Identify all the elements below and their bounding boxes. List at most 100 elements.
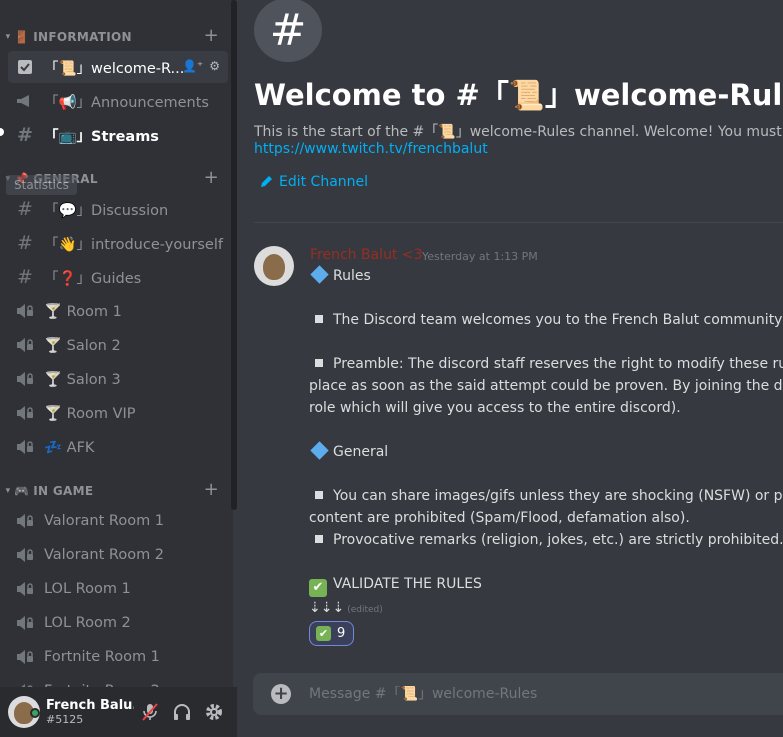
voice-channel-lol-2[interactable]: LOL Room 2 bbox=[8, 607, 228, 639]
voice-channel-salon-3[interactable]: 🍸 Salon 3 bbox=[8, 363, 228, 395]
voice-channel-valorant-2[interactable]: Valorant Room 2 bbox=[8, 539, 228, 571]
message-line: ✔ VALIDATE THE RULES bbox=[309, 576, 482, 597]
message-line: Rules bbox=[309, 265, 371, 284]
chat-area: # Welcome to #「📜」welcome-Rules! This is … bbox=[237, 0, 783, 737]
chevron-down-icon: ▾ bbox=[5, 32, 11, 42]
welcome-title: Welcome to #「📜」welcome-Rules! bbox=[254, 78, 783, 112]
channel-label: Valorant Room 1 bbox=[44, 513, 165, 529]
category-information[interactable]: ▾ 🚪 INFORMATION + bbox=[0, 25, 233, 47]
channel-label: 💤 AFK bbox=[44, 439, 95, 456]
square-bullet-icon bbox=[315, 359, 323, 367]
channel-label: Fortnite Room 1 bbox=[44, 649, 160, 665]
hash-icon: # bbox=[17, 124, 33, 146]
message-line: content are prohibited (Spam/Flood, defa… bbox=[309, 510, 690, 526]
message-line: place as soon as the said attempt could … bbox=[309, 378, 783, 394]
reaction-button[interactable]: ✔ 9 bbox=[309, 621, 354, 646]
voice-channel-valorant-1[interactable]: Valorant Room 1 bbox=[8, 505, 228, 537]
edit-channel-button[interactable]: Edit Channel bbox=[259, 174, 368, 190]
user-settings-gear-icon[interactable] bbox=[198, 696, 230, 728]
square-bullet-icon bbox=[315, 315, 323, 323]
create-channel-icon[interactable]: + bbox=[204, 167, 219, 188]
voice-channel-afk[interactable]: 💤 AFK bbox=[8, 431, 228, 463]
channel-label: 「❓」Guides bbox=[44, 270, 142, 287]
voice-locked-icon bbox=[14, 439, 36, 455]
channel-label: 「👋」introduce-yourself bbox=[44, 236, 223, 253]
channel-label: 「📺」Streams bbox=[44, 128, 159, 145]
message-text: Provocative remarks (religion, jokes, et… bbox=[333, 532, 783, 548]
channel-announcements[interactable]: 「📢」Announcements bbox=[8, 85, 228, 117]
channel-label: 「📜」welcome-R... bbox=[44, 60, 185, 77]
unread-indicator bbox=[0, 128, 4, 136]
voice-locked-icon bbox=[14, 513, 36, 529]
message-text: You can share images/gifs unless they ar… bbox=[333, 488, 783, 504]
voice-locked-icon bbox=[14, 581, 36, 597]
down-arrows: ⇣⇣⇣ bbox=[309, 600, 345, 616]
chevron-down-icon: ▾ bbox=[5, 486, 11, 496]
channel-hash-icon: # bbox=[254, 0, 322, 62]
category-label: INFORMATION bbox=[33, 30, 132, 44]
voice-channel-room-1[interactable]: 🍸 Room 1 bbox=[8, 295, 228, 327]
channel-streams[interactable]: # 「📺」Streams bbox=[8, 119, 228, 151]
channel-label: Valorant Room 2 bbox=[44, 547, 165, 563]
channel-description: This is the start of the #「📜」welcome-Rul… bbox=[254, 124, 783, 140]
headphones-icon[interactable] bbox=[166, 696, 198, 728]
message-line: ⇣⇣⇣ (edited) bbox=[309, 600, 383, 616]
reaction-count: 9 bbox=[337, 626, 346, 641]
message-author-avatar[interactable] bbox=[254, 246, 294, 286]
voice-locked-icon bbox=[14, 371, 36, 387]
message-author[interactable]: French Balut <3 bbox=[310, 247, 423, 263]
voice-locked-icon bbox=[14, 649, 36, 665]
message-line: You can share images/gifs unless they ar… bbox=[309, 488, 783, 504]
edited-tag: (edited) bbox=[347, 605, 383, 615]
check-mark-icon: ✔ bbox=[309, 579, 327, 597]
username: French Balu... bbox=[46, 698, 134, 713]
square-bullet-icon bbox=[315, 535, 323, 543]
divider bbox=[254, 222, 783, 223]
create-channel-icon[interactable]: + bbox=[204, 479, 219, 500]
channel-label: 🍸 Salon 2 bbox=[44, 337, 121, 354]
user-info[interactable]: French Balu... #5125 bbox=[46, 698, 134, 726]
voice-channel-room-vip[interactable]: 🍸 Room VIP bbox=[8, 397, 228, 429]
tooltip: Statistics bbox=[6, 175, 77, 195]
rules-channel-icon bbox=[14, 59, 36, 75]
channel-label: 「📢」Announcements bbox=[44, 94, 209, 111]
message-text: General bbox=[333, 444, 389, 460]
channel-discussion[interactable]: # 「💬」Discussion bbox=[8, 193, 228, 225]
message-line: Preamble: The discord staff reserves the… bbox=[309, 356, 783, 372]
channel-introduce-yourself[interactable]: # 「👋」introduce-yourself bbox=[8, 227, 228, 259]
message-text: Rules bbox=[333, 268, 371, 284]
category-emoji: 🚪 bbox=[14, 30, 30, 44]
category-label: IN GAME bbox=[33, 484, 94, 498]
user-discriminator: #5125 bbox=[46, 713, 84, 726]
voice-locked-icon bbox=[14, 303, 36, 319]
voice-channel-lol-1[interactable]: LOL Room 1 bbox=[8, 573, 228, 605]
channel-label: LOL Room 2 bbox=[44, 615, 131, 631]
mute-microphone-icon[interactable] bbox=[134, 696, 166, 728]
voice-channel-fortnite-1[interactable]: Fortnite Room 1 bbox=[8, 641, 228, 673]
edit-channel-label: Edit Channel bbox=[279, 174, 369, 190]
invite-icon[interactable]: 👤⁺ bbox=[182, 59, 203, 73]
channel-guides[interactable]: # 「❓」Guides bbox=[8, 261, 228, 293]
channel-label: 🍸 Room VIP bbox=[44, 405, 136, 422]
check-mark-icon: ✔ bbox=[316, 626, 331, 641]
category-in-game[interactable]: ▾ 🎮 IN GAME + bbox=[0, 479, 233, 501]
online-status-indicator bbox=[30, 708, 40, 718]
message-timestamp: Yesterday at 1:13 PM bbox=[422, 250, 538, 263]
pencil-icon bbox=[261, 176, 272, 187]
announcement-channel-icon bbox=[14, 94, 36, 108]
channel-sidebar: ▾ 🚪 INFORMATION + 「📜」welcome-R... 👤⁺ ⚙ 「… bbox=[0, 0, 233, 737]
create-channel-icon[interactable]: + bbox=[204, 25, 219, 46]
add-attachment-icon[interactable]: + bbox=[271, 684, 291, 704]
message-text: The Discord team welcomes you to the Fre… bbox=[333, 312, 783, 328]
message-input[interactable] bbox=[309, 686, 769, 702]
gear-icon[interactable]: ⚙ bbox=[209, 59, 220, 73]
channel-welcome-rules[interactable]: 「📜」welcome-R... 👤⁺ ⚙ bbox=[8, 51, 228, 83]
square-bullet-icon bbox=[315, 491, 323, 499]
channel-label: 🍸 Room 1 bbox=[44, 303, 122, 320]
hash-icon: # bbox=[17, 232, 33, 254]
message-line: The Discord team welcomes you to the Fre… bbox=[309, 312, 783, 328]
voice-channel-salon-2[interactable]: 🍸 Salon 2 bbox=[8, 329, 228, 361]
voice-locked-icon bbox=[14, 337, 36, 353]
message-line: role which will give you access to the e… bbox=[309, 400, 681, 416]
twitch-link[interactable]: https://www.twitch.tv/frenchbalut bbox=[254, 141, 488, 157]
